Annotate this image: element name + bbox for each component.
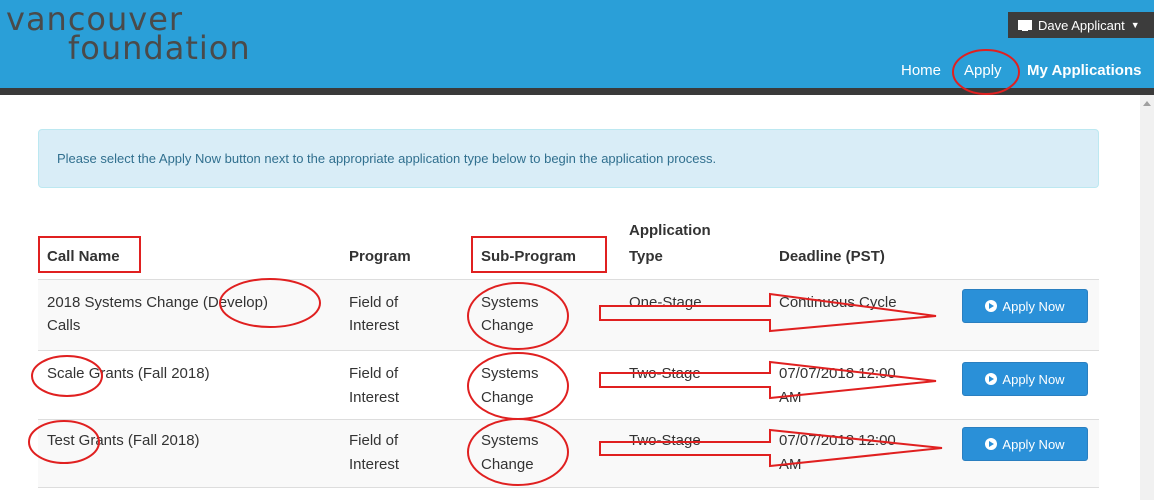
arrow-circle-right-icon xyxy=(985,373,998,385)
program-line1: Field of xyxy=(349,432,399,449)
deadline-line1: 07/07/2018 12:00 xyxy=(779,432,896,449)
header-application-type-line1: Application xyxy=(629,222,711,239)
deadline-line1: Continuous Cycle xyxy=(779,294,897,311)
top-header: vancouver foundation Dave Applicant ▼ Ho… xyxy=(0,0,1154,88)
nav-my-applications[interactable]: My Applications xyxy=(1027,62,1141,79)
sub-program-line2: Change xyxy=(481,456,534,473)
caret-down-icon: ▼ xyxy=(1130,20,1140,30)
deadline-line2: AM xyxy=(779,389,802,406)
sub-program-line1: Systems xyxy=(481,365,539,382)
apply-now-label: Apply Now xyxy=(1002,436,1065,452)
program-line1: Field of xyxy=(349,365,399,382)
apply-now-button[interactable]: Apply Now xyxy=(962,362,1088,396)
arrow-circle-right-icon xyxy=(985,300,998,312)
call-name-line1: Scale Grants (Fall 2018) xyxy=(47,365,210,382)
vertical-scrollbar[interactable] xyxy=(1140,95,1154,500)
apply-now-label: Apply Now xyxy=(1002,298,1065,314)
annotation-box-sub-program xyxy=(471,236,607,273)
sub-program-line2: Change xyxy=(481,317,534,334)
logo-text-foundation[interactable]: foundation xyxy=(68,31,251,65)
application-type: Two-Stage xyxy=(629,365,701,382)
header-divider xyxy=(0,88,1154,95)
header-application-type-line2: Type xyxy=(629,248,663,265)
apply-now-button[interactable]: Apply Now xyxy=(962,427,1088,461)
program-line2: Interest xyxy=(349,389,400,406)
application-type: Two-Stage xyxy=(629,432,701,449)
info-alert: Please select the Apply Now button next … xyxy=(38,129,1099,188)
deadline-line1: 07/07/2018 12:00 xyxy=(779,365,896,382)
user-name: Dave Applicant xyxy=(1038,17,1125,33)
sub-program-line2: Change xyxy=(481,389,534,406)
scroll-up-arrow-icon[interactable] xyxy=(1143,101,1151,106)
sub-program-line1: Systems xyxy=(481,294,539,311)
program-line2: Interest xyxy=(349,456,400,473)
nav-apply[interactable]: Apply xyxy=(964,62,1002,79)
program-line2: Interest xyxy=(349,317,400,334)
program-line1: Field of xyxy=(349,294,399,311)
call-name-line2: Calls xyxy=(47,317,81,334)
monitor-icon xyxy=(1018,19,1032,31)
nav-home[interactable]: Home xyxy=(901,62,941,79)
application-type: One-Stage xyxy=(629,294,702,311)
header-deadline: Deadline (PST) xyxy=(779,248,885,265)
user-menu-button[interactable]: Dave Applicant ▼ xyxy=(1008,12,1154,38)
arrow-circle-right-icon xyxy=(985,438,998,450)
header-program: Program xyxy=(349,248,411,265)
apply-now-button[interactable]: Apply Now xyxy=(962,289,1088,323)
sub-program-line1: Systems xyxy=(481,432,539,449)
call-name-line1: 2018 Systems Change (Develop) xyxy=(47,294,268,311)
annotation-box-call-name xyxy=(38,236,141,273)
deadline-line2: AM xyxy=(779,456,802,473)
table-bottom-border xyxy=(38,487,1099,488)
apply-now-label: Apply Now xyxy=(1002,371,1065,387)
call-name-line1: Test Grants (Fall 2018) xyxy=(47,432,200,449)
